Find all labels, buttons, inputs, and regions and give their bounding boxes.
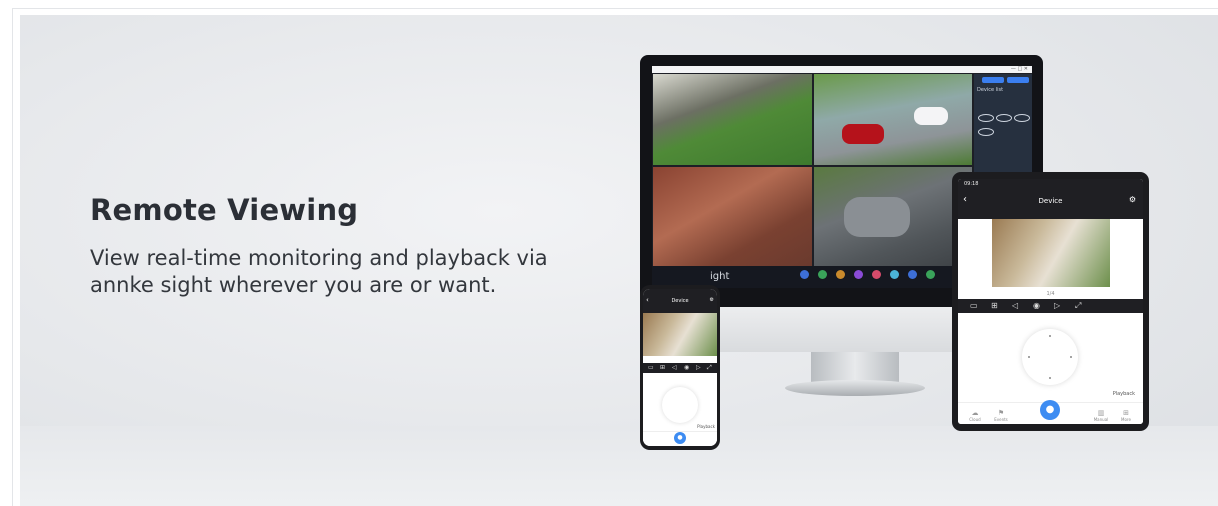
modify-button[interactable] <box>1007 77 1029 83</box>
add-button[interactable] <box>982 77 1004 83</box>
ptz-down-dot <box>1049 377 1051 379</box>
phone-video-controls: ▭ ⊞ ◁ ◉ ▷ ⤢ <box>643 363 717 373</box>
camera-icon[interactable]: ◉ <box>684 364 689 371</box>
app-logo: ight <box>710 271 730 282</box>
cloud-icon: ☁ <box>971 409 979 417</box>
nav-label: More <box>1121 417 1131 422</box>
grid-icon[interactable]: ⊞ <box>991 301 998 310</box>
ptz-joystick[interactable] <box>1022 329 1078 385</box>
zoom-icon[interactable] <box>890 270 899 279</box>
phone-device: ‹ Device ⚙ ▭ ⊞ ◁ ◉ ▷ ⤢ Playback ● <box>640 285 720 450</box>
tablet-bottom-nav: ☁ Cloud ⚑ Events ● ▥ Manual ⊞ More <box>958 400 1143 424</box>
channel-indicator: 1/4 <box>1046 291 1055 297</box>
banner-floor <box>20 426 1218 506</box>
status-time: 09:18 <box>964 181 979 187</box>
screen-icon[interactable]: ▭ <box>970 301 978 310</box>
eye-icon[interactable] <box>996 114 1012 122</box>
nav-manual[interactable]: ▥ Manual <box>1090 409 1112 422</box>
phone-bottom-nav: ● <box>643 431 717 446</box>
more-icon: ⊞ <box>1123 409 1129 417</box>
nav-cloud[interactable]: ☁ Cloud <box>964 409 986 422</box>
video-controls: ▭ ⊞ ◁ ◉ ▷ ⤢ <box>958 299 1143 313</box>
grid-icon[interactable]: ⊞ <box>660 364 665 371</box>
eye-icon[interactable] <box>978 114 994 122</box>
gear-icon[interactable]: ⚙ <box>710 297 714 303</box>
live-video[interactable] <box>992 219 1110 287</box>
more-icon[interactable] <box>926 270 935 279</box>
tablet-device: 09:18 ‹ Device ⚙ 1/4 ▭ ⊞ ◁ ◉ ▷ ⤢ Playbac… <box>952 172 1149 431</box>
snapshot-icon[interactable] <box>872 270 881 279</box>
eye-icon[interactable] <box>1014 114 1030 122</box>
microphone-icon[interactable]: ● <box>674 432 686 444</box>
parameters-icon[interactable] <box>836 270 845 279</box>
camera-feed-driveway[interactable] <box>814 74 972 165</box>
app-titlebar: — □ ✕ <box>652 66 1032 73</box>
eye-icon[interactable] <box>978 128 994 136</box>
ptz-up-dot <box>1049 335 1051 337</box>
tablet-header: 09:18 ‹ Device ⚙ <box>958 179 1143 219</box>
phone-playback-button[interactable]: Playback <box>697 424 715 429</box>
nav-events[interactable]: ⚑ Events <box>990 409 1012 422</box>
audio-icon[interactable]: ◁ <box>672 364 677 371</box>
events-icon: ⚑ <box>997 409 1005 417</box>
device-icon[interactable] <box>818 270 827 279</box>
phone-screen: ‹ Device ⚙ ▭ ⊞ ◁ ◉ ▷ ⤢ Playback ● <box>643 289 717 446</box>
white-car <box>914 107 948 125</box>
nav-label: Events <box>994 417 1008 422</box>
microphone-icon[interactable]: ● <box>1040 400 1060 420</box>
camera-feed-parking[interactable] <box>814 167 972 266</box>
record-icon[interactable]: ▷ <box>696 364 701 371</box>
screen-icon[interactable]: ▭ <box>648 364 654 371</box>
red-car <box>842 124 884 144</box>
manual-icon: ▥ <box>1097 409 1105 417</box>
ptz-right-dot <box>1070 356 1072 358</box>
settings-icon[interactable] <box>908 270 917 279</box>
window-controls-icon: — □ ✕ <box>1010 66 1028 72</box>
camera-feed-deck[interactable] <box>653 167 812 266</box>
nav-more[interactable]: ⊞ More <box>1115 409 1137 422</box>
camera-feed-garden[interactable] <box>653 74 812 165</box>
camera-icon[interactable]: ◉ <box>1033 301 1040 310</box>
nav-label: Manual <box>1093 417 1109 422</box>
subheadline: View real-time monitoring and playback v… <box>90 246 548 297</box>
monitor-base <box>785 380 925 396</box>
device-list-title: Device list <box>977 87 1004 93</box>
fullscreen-icon[interactable]: ⤢ <box>1075 301 1081 311</box>
tablet-screen: 09:18 ‹ Device ⚙ 1/4 ▭ ⊞ ◁ ◉ ▷ ⤢ Playbac… <box>958 179 1143 424</box>
nav-label: Cloud <box>969 417 981 422</box>
record-icon[interactable]: ▷ <box>1054 301 1060 310</box>
audio-icon[interactable]: ◁ <box>1012 301 1018 310</box>
tablet-title: Device <box>1038 197 1063 205</box>
playback-button[interactable]: Playback <box>1113 391 1135 397</box>
phone-live-video[interactable] <box>643 313 717 356</box>
ptz-left-dot <box>1028 356 1030 358</box>
phone-header: ‹ Device ⚙ <box>643 289 717 313</box>
gear-icon[interactable]: ⚙ <box>1129 195 1136 204</box>
playback-icon[interactable] <box>800 270 809 279</box>
phone-ptz-joystick[interactable] <box>662 387 698 423</box>
gray-car <box>844 197 910 237</box>
headline: Remote Viewing <box>90 193 359 227</box>
phone-title: Device <box>671 298 689 304</box>
fullscreen-icon[interactable]: ⤢ <box>707 364 712 372</box>
record-icon[interactable] <box>854 270 863 279</box>
